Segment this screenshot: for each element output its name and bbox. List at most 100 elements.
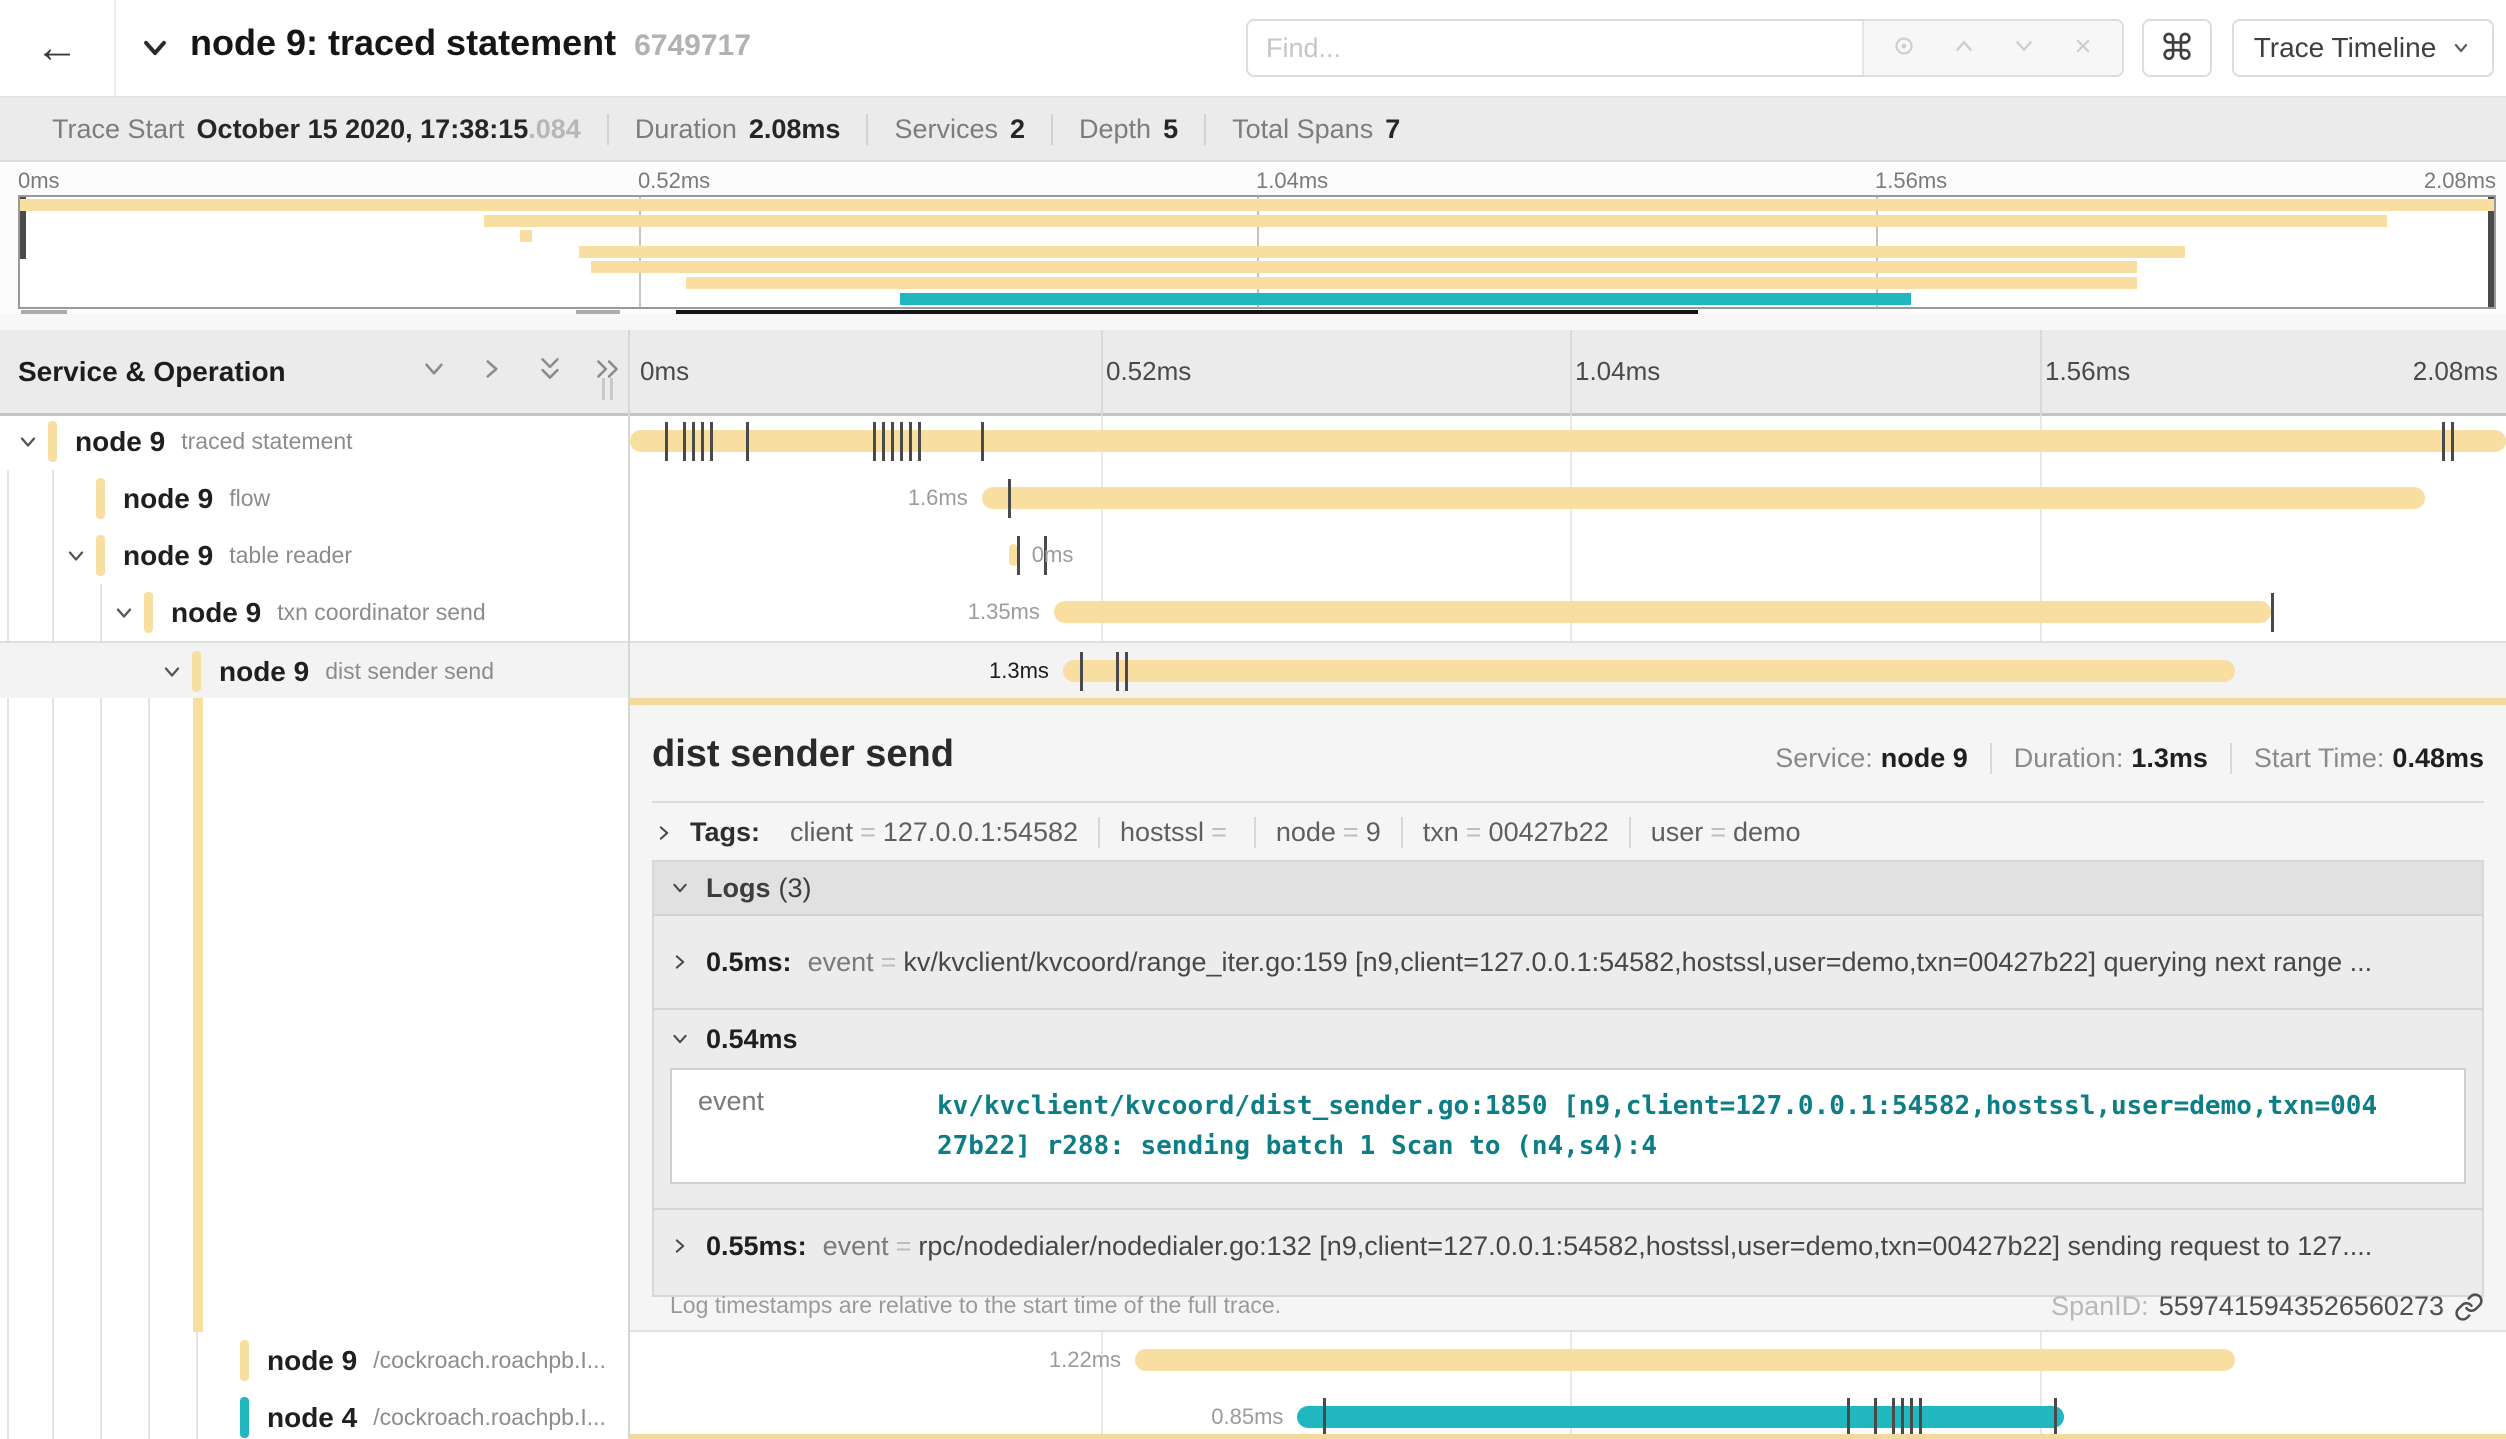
indent-guide xyxy=(100,584,102,1439)
back-button[interactable]: ← xyxy=(0,0,116,96)
tag-key: hostssl xyxy=(1120,817,1204,847)
span-row[interactable]: node 9flow1.6ms xyxy=(0,470,2506,527)
summary-value: 7 xyxy=(1385,114,1400,144)
meta-value: 1.3ms xyxy=(2131,743,2208,773)
span-operation-name: txn coordinator send xyxy=(277,599,485,626)
tag-value: demo xyxy=(1733,817,1801,847)
span-bar[interactable] xyxy=(1063,660,2236,682)
trace-summary-item: Duration2.08ms xyxy=(607,114,867,145)
find-bar xyxy=(1246,19,2124,77)
log-event-tick xyxy=(2451,422,2454,461)
timeline-tick-label: 1.56ms xyxy=(2045,330,2130,413)
log-entry-row-expanded[interactable]: 0.54ms xyxy=(654,1010,2482,1068)
locate-icon[interactable] xyxy=(1890,32,1918,65)
clear-search-icon[interactable] xyxy=(2070,33,2096,64)
span-color-bar xyxy=(240,1397,249,1438)
log-event-tick xyxy=(891,422,894,461)
tag-value: 127.0.0.1:54582 xyxy=(883,817,1078,847)
column-resize-handle[interactable] xyxy=(602,378,618,400)
log-entry-row[interactable]: 0.5ms:event=kv/kvclient/kvcoord/range_it… xyxy=(654,916,2482,1010)
span-collapse-chevron-icon[interactable] xyxy=(63,543,89,574)
trace-summary-item: Services2 xyxy=(866,114,1051,145)
span-bar[interactable] xyxy=(1297,1406,2064,1428)
find-input[interactable] xyxy=(1248,21,1862,75)
link-icon[interactable] xyxy=(2454,1292,2484,1322)
minimap-canvas[interactable] xyxy=(18,195,2496,309)
span-row[interactable]: node 9/cockroach.roachpb.I...1.22ms xyxy=(0,1332,2506,1389)
prev-match-icon[interactable] xyxy=(1950,32,1978,65)
chevron-down-icon[interactable] xyxy=(418,353,450,390)
span-bar[interactable] xyxy=(1054,601,2272,623)
log-event-tick xyxy=(882,422,885,461)
logs-section-header[interactable]: Logs (3) xyxy=(654,862,2482,916)
minimap-span-bar[interactable] xyxy=(579,246,2185,258)
span-id-value: 5597415943526560273 xyxy=(2159,1291,2444,1322)
minimap-span-bar[interactable] xyxy=(686,277,2137,289)
tag-item: txn=00427b22 xyxy=(1401,817,1629,848)
span-service-name: node 9 xyxy=(123,540,213,572)
log-entry-row[interactable]: 0.55ms:event=rpc/nodedialer/nodedialer.g… xyxy=(654,1208,2482,1282)
log-event-tick xyxy=(665,422,668,461)
timeline-tick-label: 0ms xyxy=(640,330,689,413)
trace-collapse-chevron-icon[interactable] xyxy=(136,29,174,72)
span-duration-label: 0.85ms xyxy=(1211,1405,1283,1429)
span-row[interactable]: node 4/cockroach.roachpb.I...0.85ms xyxy=(0,1389,2506,1439)
minimap-span-bar[interactable] xyxy=(20,199,2494,211)
span-collapse-chevron-icon[interactable] xyxy=(111,600,137,631)
span-name-cell: node 9table reader xyxy=(123,527,352,584)
view-selector-label: Trace Timeline xyxy=(2254,32,2437,64)
trace-summary-item: Trace StartOctober 15 2020, 17:38:15.084 xyxy=(26,114,607,145)
span-collapse-chevron-icon[interactable] xyxy=(159,659,185,690)
chevron-right-icon[interactable] xyxy=(476,353,508,390)
span-row[interactable]: node 9traced statement xyxy=(0,413,2506,470)
log-timestamp: 0.54ms xyxy=(706,1024,798,1055)
tag-equals: = xyxy=(1343,817,1359,847)
span-duration-label: 1.3ms xyxy=(989,659,1049,683)
next-match-icon[interactable] xyxy=(2010,32,2038,65)
span-row[interactable]: node 9dist sender send 1.3ms xyxy=(0,641,2506,698)
span-detail-title: dist sender send xyxy=(652,733,954,776)
span-collapse-chevron-icon[interactable] xyxy=(15,429,41,460)
span-service-name: node 9 xyxy=(219,656,309,688)
log-event-tick xyxy=(683,422,686,461)
column-divider[interactable] xyxy=(628,330,630,1439)
span-id-label: SpanID: xyxy=(2051,1291,2149,1322)
span-name-cell: node 9dist sender send xyxy=(219,643,494,700)
log-event-tick xyxy=(701,422,704,461)
span-operation-name: flow xyxy=(229,485,270,512)
minimap-span-bar[interactable] xyxy=(520,230,532,242)
log-event-tick xyxy=(1323,1398,1326,1437)
span-row[interactable]: node 9txn coordinator send1.35ms xyxy=(0,584,2506,641)
tags-row[interactable]: Tags: client=127.0.0.1:54582hostssl=node… xyxy=(652,817,1821,848)
tag-key: txn xyxy=(1423,817,1459,847)
timeline-header-gap xyxy=(0,314,2506,330)
minimap-right-scrubber[interactable] xyxy=(2488,197,2494,307)
span-bar[interactable] xyxy=(1135,1349,2235,1371)
summary-value: 2.08ms xyxy=(749,114,841,144)
view-selector-button[interactable]: Trace Timeline xyxy=(2232,19,2494,77)
keyboard-shortcuts-button[interactable]: ⌘ xyxy=(2142,19,2212,77)
timeline-header-gridline xyxy=(1101,330,1103,416)
double-chevron-down-icon[interactable] xyxy=(534,353,566,390)
trace-summary-item: Depth5 xyxy=(1051,114,1204,145)
tag-equals: = xyxy=(1710,817,1726,847)
minimap-span-bar[interactable] xyxy=(484,215,2387,227)
trace-minimap[interactable]: 0ms0.52ms1.04ms1.56ms2.08ms xyxy=(0,164,2506,330)
page-title: node 9: traced statement6749717 xyxy=(190,22,751,64)
log-event-tick xyxy=(981,422,984,461)
tag-equals: = xyxy=(1466,817,1482,847)
span-row[interactable]: node 9table reader0ms xyxy=(0,527,2506,584)
span-service-name: node 9 xyxy=(75,426,165,458)
log-event-tick xyxy=(1017,536,1020,575)
log-message: kv/kvclient/kvcoord/range_iter.go:159 [n… xyxy=(903,947,2372,978)
log-timestamp: 0.5ms: xyxy=(706,947,792,978)
span-name-cell: node 9traced statement xyxy=(75,413,353,470)
find-controls xyxy=(1862,21,2122,75)
span-name-cell: node 9txn coordinator send xyxy=(171,584,486,641)
log-detail-table: eventkv/kvclient/kvcoord/dist_sender.go:… xyxy=(670,1068,2466,1184)
span-bar[interactable] xyxy=(982,487,2425,509)
minimap-span-bar[interactable] xyxy=(591,261,2137,273)
minimap-span-bar[interactable] xyxy=(900,293,1911,305)
summary-value: October 15 2020, 17:38:15 xyxy=(197,114,529,144)
log-event-tick xyxy=(692,422,695,461)
